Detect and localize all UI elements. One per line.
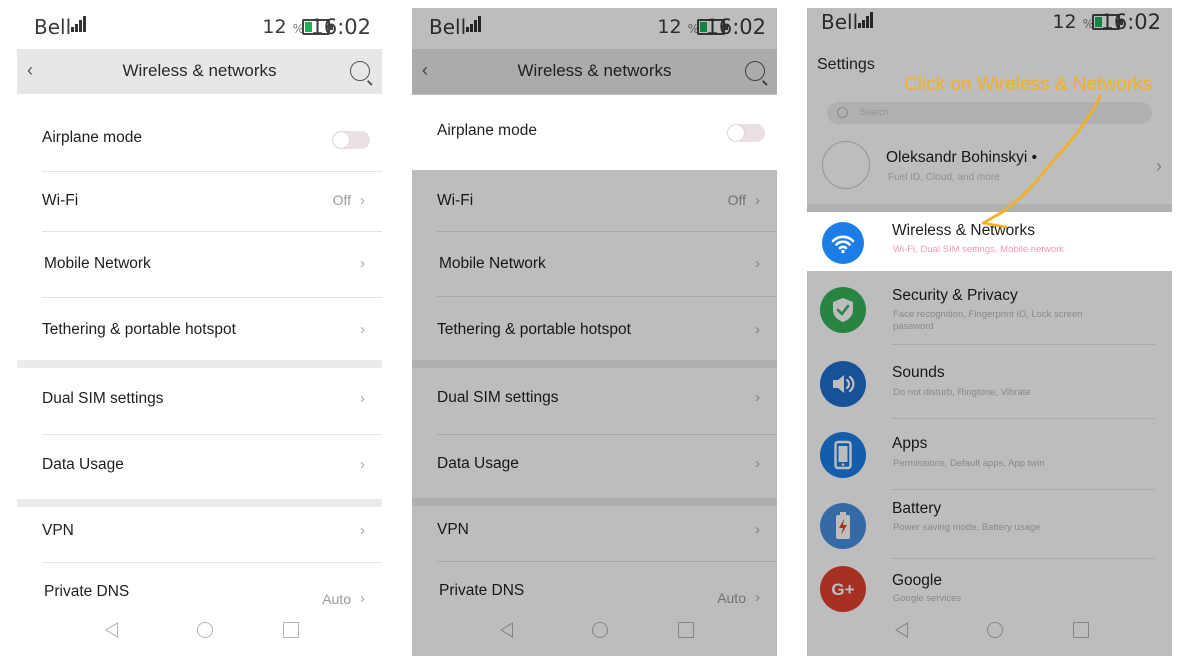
chevron-right-icon: ›	[360, 590, 365, 607]
navigation-bar	[17, 608, 382, 656]
airplane-mode-toggle[interactable]	[727, 124, 765, 142]
carrier-label: Bell	[34, 15, 72, 39]
tethering-label: Tethering & portable hotspot	[42, 321, 236, 338]
dim-overlay	[412, 170, 777, 656]
airplane-mode-label: Airplane mode	[42, 129, 142, 146]
chevron-right-icon: ›	[360, 390, 365, 407]
airplane-mode-label: Airplane mode	[437, 122, 537, 139]
chevron-right-icon: ›	[360, 522, 365, 539]
clock: 16:02	[310, 15, 371, 39]
wifi-label: Wi-Fi	[42, 192, 79, 209]
divider	[42, 171, 382, 172]
chevron-right-icon: ›	[360, 321, 365, 338]
arrow-icon	[981, 94, 1102, 229]
app-bar: ‹ Wireless & networks	[17, 49, 382, 94]
nav-home-icon[interactable]	[197, 622, 213, 638]
divider	[42, 562, 382, 563]
settings-screen: Bell 12 % 16:02 Settings Search Oleksand…	[807, 8, 1172, 656]
private-dns-value: Auto	[322, 591, 351, 607]
vpn-label: VPN	[42, 522, 74, 539]
airplane-mode-row[interactable]: Airplane mode	[412, 122, 777, 144]
status-bar: Bell 12 % 16:02	[17, 8, 382, 48]
section-divider	[17, 360, 382, 368]
wifi-status-value: Off	[332, 192, 351, 208]
nav-back-icon[interactable]	[105, 622, 118, 638]
chevron-right-icon: ›	[360, 456, 365, 473]
section-divider	[17, 499, 382, 507]
data-usage-label: Data Usage	[42, 456, 124, 473]
search-icon[interactable]	[350, 61, 370, 81]
page-title: Wireless & networks	[122, 61, 277, 80]
airplane-mode-toggle[interactable]	[332, 131, 370, 149]
dual-sim-label: Dual SIM settings	[42, 390, 164, 407]
divider	[42, 434, 382, 435]
nav-recents-icon[interactable]	[283, 622, 299, 638]
signal-icon	[71, 16, 86, 32]
dim-overlay	[412, 8, 777, 95]
mobile-network-label: Mobile Network	[44, 255, 151, 272]
wireless-networks-screen-highlighted: Bell 12 % 16:02 ‹ Wireless & networks Ai…	[412, 8, 777, 656]
private-dns-label: Private DNS	[44, 583, 130, 600]
divider	[42, 297, 382, 298]
chevron-right-icon: ›	[360, 192, 365, 209]
wireless-networks-screen: Bell 12 % 16:02 ‹ Wireless & networks Ai…	[17, 8, 382, 656]
chevron-right-icon: ›	[360, 255, 365, 272]
battery-percent: 12 %	[262, 16, 304, 38]
divider	[42, 231, 382, 232]
airplane-mode-row[interactable]: Airplane mode	[17, 129, 382, 151]
